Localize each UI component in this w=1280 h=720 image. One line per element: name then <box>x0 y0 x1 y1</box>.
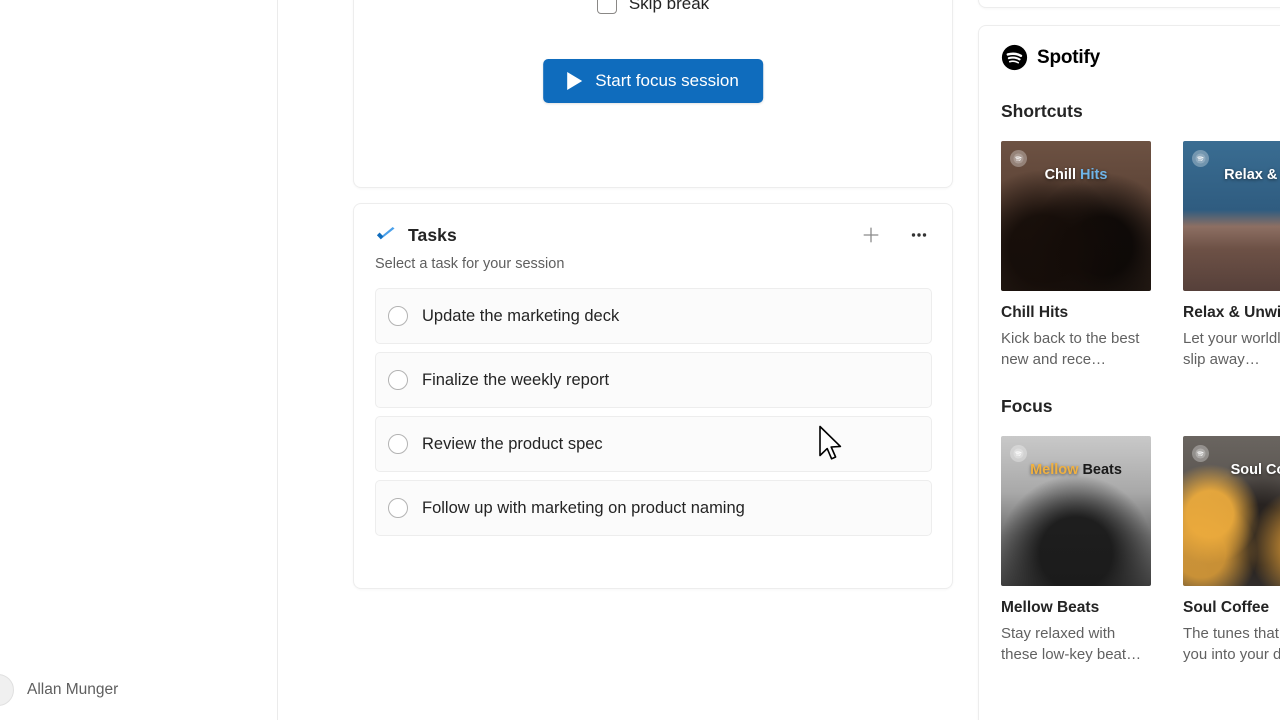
more-horizontal-icon <box>911 233 927 237</box>
start-focus-session-label: Start focus session <box>595 71 739 90</box>
playlist-description: The tunes that ease you into your day… <box>1183 625 1280 663</box>
playlist-description: Let your worldly cares slip away… <box>1183 330 1280 368</box>
task-radio[interactable] <box>388 434 408 454</box>
task-radio[interactable] <box>388 370 408 390</box>
sidebar-user[interactable]: Allan Munger <box>0 674 118 706</box>
spotify-badge-icon <box>1010 150 1027 167</box>
task-radio[interactable] <box>388 498 408 518</box>
right-panel: Spotify Shortcuts Chill Hits Chill Hits … <box>970 0 1280 720</box>
task-radio[interactable] <box>388 306 408 326</box>
playlist-cover-title: Chill Hits <box>1001 167 1151 183</box>
task-row[interactable]: Follow up with marketing on product nami… <box>375 480 932 536</box>
spotify-header: Spotify <box>1001 44 1280 71</box>
focus-tile-grid: Mellow Beats Mellow Beats Stay relaxed w… <box>1001 436 1280 665</box>
cover-title-part-a: Mellow <box>1030 462 1083 478</box>
playlist-cover-art: Mellow Beats <box>1001 436 1151 586</box>
tasks-more-options-button[interactable] <box>906 222 932 248</box>
microsoft-todo-checkmark-icon <box>377 227 395 240</box>
tasks-card-header: Tasks <box>354 204 952 266</box>
playlist-name: Chill Hits <box>1001 304 1069 321</box>
spotify-card: Spotify Shortcuts Chill Hits Chill Hits … <box>978 25 1280 720</box>
spotify-badge-icon <box>1010 445 1027 462</box>
task-label: Finalize the weekly report <box>422 370 610 389</box>
section-title-shortcuts: Shortcuts <box>1001 101 1083 121</box>
task-label: Update the marketing deck <box>422 306 620 325</box>
task-label: Review the product spec <box>422 434 603 453</box>
spotify-badge-icon <box>1192 445 1209 462</box>
shortcuts-tile-grid: Chill Hits Chill Hits Kick back to the b… <box>1001 141 1280 370</box>
tasks-title: Tasks <box>408 224 457 245</box>
start-focus-session-button[interactable]: Start focus session <box>543 59 763 103</box>
cover-title-part-a: Chill <box>1044 167 1081 183</box>
plus-icon <box>863 227 879 243</box>
playlist-name: Soul Coffee <box>1183 599 1270 616</box>
playlist-cover-art: Chill Hits <box>1001 141 1151 291</box>
app-root: Allan Munger Skip break Start focus sess… <box>0 0 1280 720</box>
playlist-cover-art: Relax & U <box>1183 141 1280 291</box>
task-list: Update the marketing deck Finalize the w… <box>354 288 952 536</box>
cover-title-part-b: Hits <box>1080 167 1108 183</box>
sidebar-user-name: Allan Munger <box>27 681 119 698</box>
avatar <box>0 674 14 706</box>
spotify-brand-label: Spotify <box>1037 46 1100 68</box>
playlist-tile-chill-hits[interactable]: Chill Hits Chill Hits Kick back to the b… <box>1001 141 1151 370</box>
playlist-name: Relax & Unwind <box>1183 304 1280 321</box>
playlist-tile-relax-and-unwind[interactable]: Relax & U Relax & Unwind Let your worldl… <box>1183 141 1280 370</box>
playlist-tile-soul-coffee[interactable]: Soul Co Soul Coffee The tunes that ease … <box>1183 436 1280 665</box>
playlist-description: Kick back to the best new and rece… <box>1001 330 1140 368</box>
playlist-cover-title: Soul Co <box>1230 462 1280 478</box>
focus-session-card: Skip break Start focus session <box>353 0 953 188</box>
cover-title-part-b: Beats <box>1082 462 1122 478</box>
skip-break-checkbox[interactable] <box>596 0 617 14</box>
skip-break-row[interactable]: Skip break <box>354 0 952 14</box>
playlist-cover-title: Relax & U <box>1224 167 1280 183</box>
task-row[interactable]: Review the product spec <box>375 416 932 472</box>
skip-break-label: Skip break <box>628 0 710 13</box>
playlist-cover-art: Soul Co <box>1183 436 1280 586</box>
task-row[interactable]: Finalize the weekly report <box>375 352 932 408</box>
spotify-icon <box>1001 44 1028 71</box>
play-icon <box>567 72 583 90</box>
playlist-tile-mellow-beats[interactable]: Mellow Beats Mellow Beats Stay relaxed w… <box>1001 436 1151 665</box>
left-sidebar: Allan Munger <box>0 0 278 720</box>
add-task-button[interactable] <box>858 222 884 248</box>
task-row[interactable]: Update the marketing deck <box>375 288 932 344</box>
playlist-name: Mellow Beats <box>1001 599 1100 616</box>
section-title-focus: Focus <box>1001 396 1053 416</box>
task-label: Follow up with marketing on product nami… <box>422 498 745 517</box>
adjacent-card-above <box>978 0 1280 8</box>
playlist-description: Stay relaxed with these low-key beat… <box>1001 625 1142 663</box>
tasks-card-actions <box>858 222 932 248</box>
main-column: Skip break Start focus session Tasks Sel… <box>278 0 970 720</box>
spotify-badge-icon <box>1192 150 1209 167</box>
tasks-card: Tasks Select a task for your session Upd… <box>353 203 953 589</box>
playlist-cover-title: Mellow Beats <box>1001 462 1151 478</box>
